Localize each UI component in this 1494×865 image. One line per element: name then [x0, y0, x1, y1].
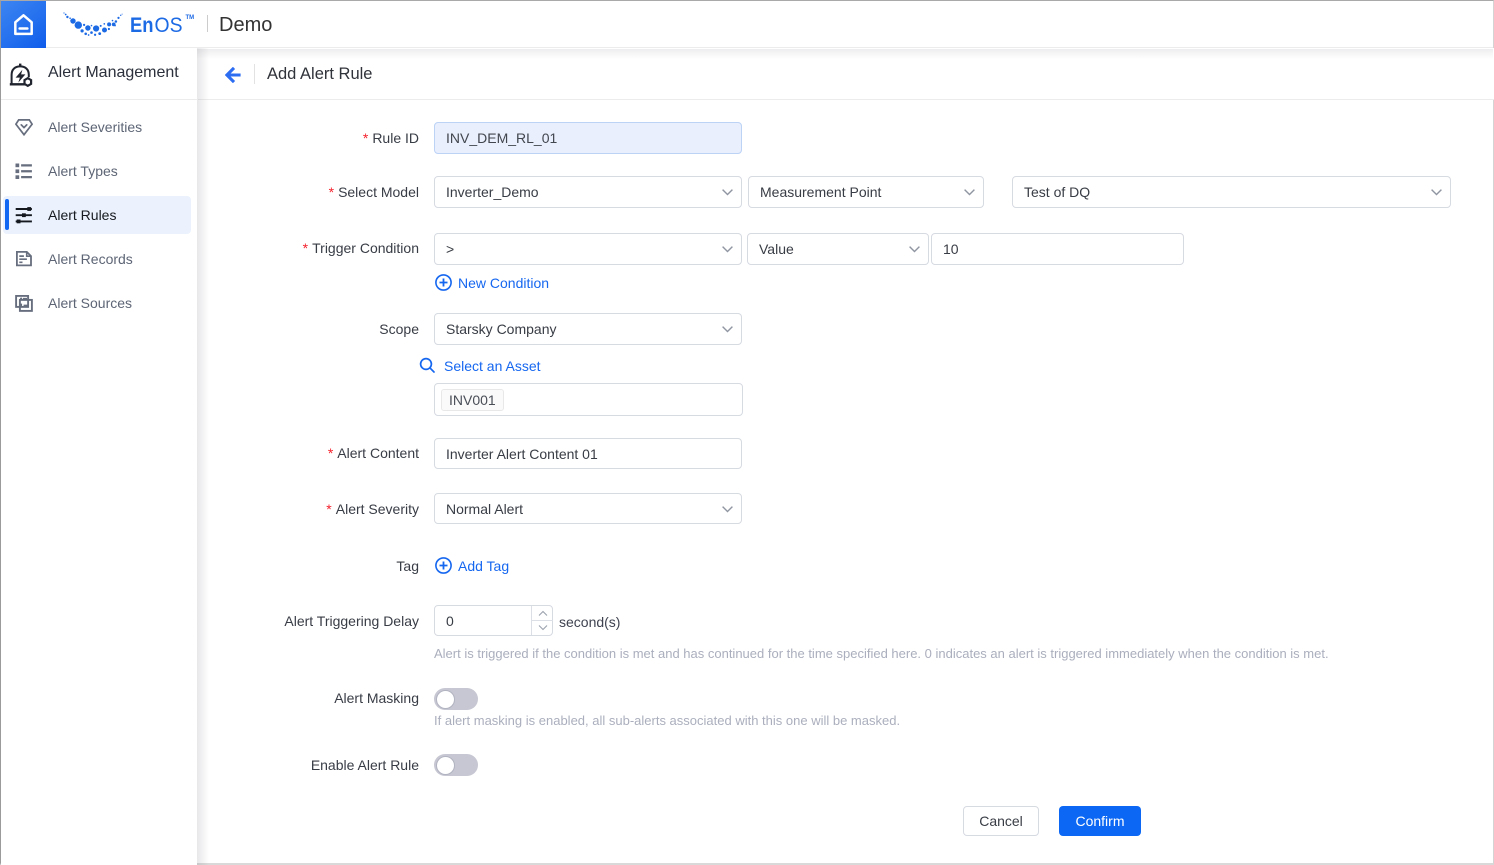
svg-text:OS: OS	[155, 13, 183, 37]
svg-text:TM: TM	[186, 15, 195, 21]
svg-text:En: En	[130, 13, 154, 37]
